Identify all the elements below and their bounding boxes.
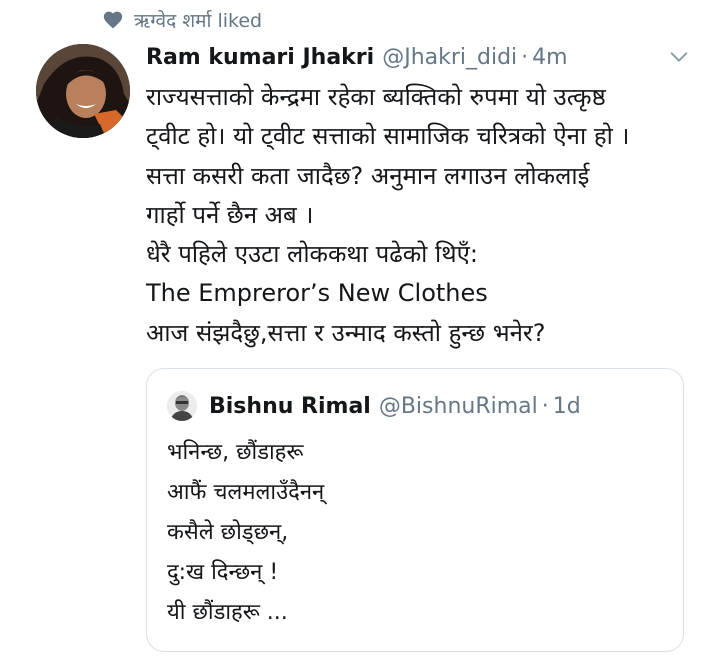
separator: · [521, 44, 529, 70]
tweet-header: Ram kumari Jhakri @Jhakri_didi · 4m [146, 40, 690, 74]
tweet-text-line: आज संझदैछु,सत्ता र उन्माद कस्तो हुन्छ भन… [146, 318, 546, 347]
handle[interactable]: @Jhakri_didi [382, 45, 517, 70]
tweet-text-line: सत्ता कसरी कता जादैछ? अनुमान लगाउन लोकला… [146, 161, 590, 190]
chevron-down-icon[interactable] [668, 46, 690, 68]
quoted-text-line: आफैं चलमलाउँदैनन् [167, 480, 325, 505]
timestamp[interactable]: 4m [532, 45, 567, 70]
tweet-text: राज्यसत्ताको केन्द्रमा रहेका ब्यक्तिको र… [146, 78, 696, 353]
quoted-text-line: कसैले छोड्छन्, [167, 520, 289, 545]
quoted-avatar-photo [167, 391, 197, 421]
social-context: ऋग्वेद शर्मा liked [102, 6, 262, 34]
quoted-timestamp[interactable]: 1d [553, 394, 581, 419]
quoted-tweet-card[interactable]: Bishnu Rimal @BishnuRimal · 1d भनिन्छ, छ… [146, 368, 684, 652]
quoted-avatar [167, 391, 197, 421]
quoted-tweet-text: भनिन्छ, छौंडाहरू आफैं चलमलाउँदैनन् कसैले… [167, 433, 324, 633]
tweet-text-line: ट्वीट हो। यो ट्वीट सत्ताको सामाजिक चरित्… [146, 122, 630, 151]
quoted-text-line: यी छौंडाहरू ... [167, 600, 288, 625]
tweet-text-line: राज्यसत्ताको केन्द्रमा रहेका ब्यक्तिको र… [146, 83, 606, 111]
tweet-text-line: धेरै पहिले एउटा लोककथा पढेको थिएँ: [146, 240, 478, 269]
liked-by-text[interactable]: ऋग्वेद शर्मा liked [134, 7, 262, 33]
quoted-text-line: दु:ख दिन्छन् ! [167, 560, 279, 585]
heart-icon [103, 11, 123, 29]
quoted-separator: · [541, 393, 549, 419]
quoted-text-line: भनिन्छ, छौंडाहरू [167, 440, 304, 465]
quoted-tweet-header: Bishnu Rimal @BishnuRimal · 1d [167, 389, 581, 423]
quoted-handle[interactable]: @BishnuRimal [379, 394, 538, 419]
avatar-photo [36, 44, 130, 138]
display-name[interactable]: Ram kumari Jhakri [146, 45, 374, 70]
avatar[interactable] [36, 44, 130, 138]
tweet-text-line: The Emprerorʼs New Clothes [146, 279, 488, 308]
quoted-display-name[interactable]: Bishnu Rimal [209, 394, 371, 419]
tweet-text-line: गार्हो पर्ने छैन अब । [146, 200, 314, 229]
tweet[interactable]: ऋग्वेद शर्मा liked Ram kumari Jhakri @Jh… [0, 0, 720, 660]
